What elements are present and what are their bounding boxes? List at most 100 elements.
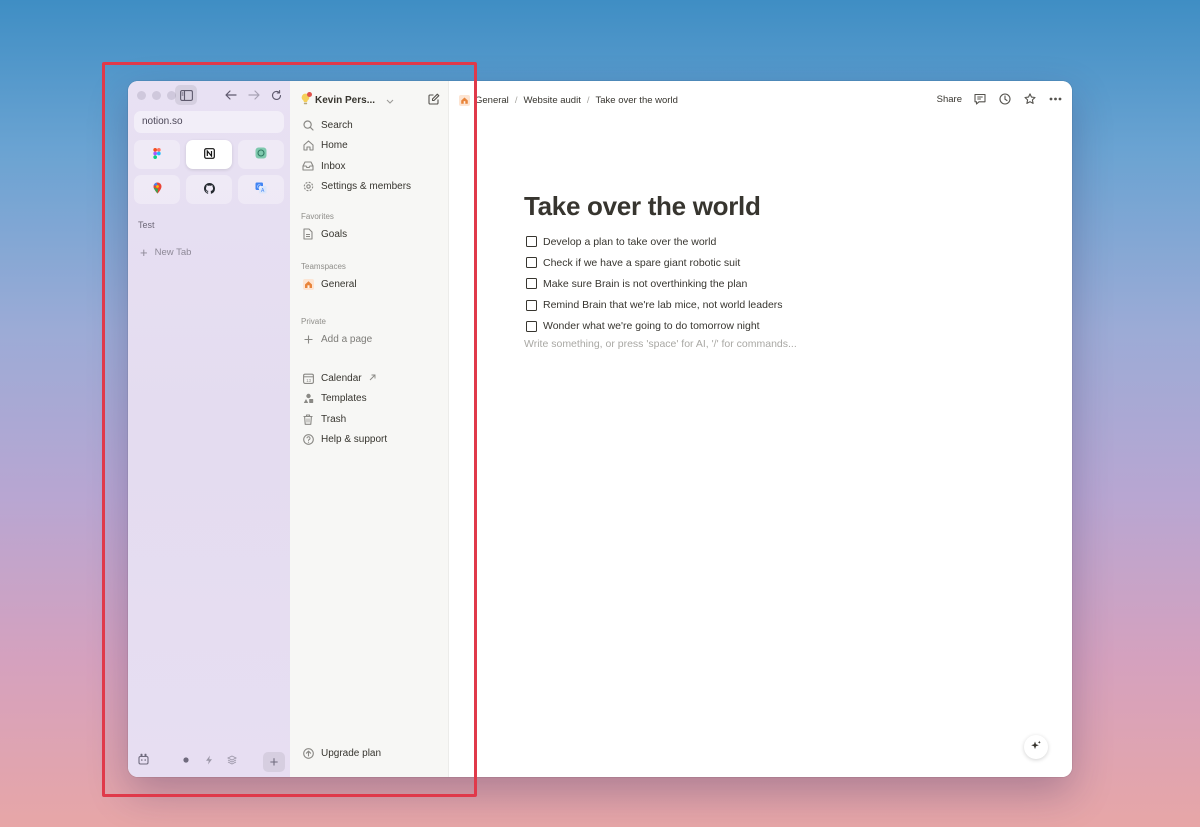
toggle-sidebar-icon[interactable]	[175, 85, 197, 105]
favorites-label: Favorites	[301, 212, 334, 221]
new-page-icon[interactable]	[428, 92, 440, 110]
upgrade-plan-button[interactable]: Upgrade plan	[290, 743, 449, 764]
sidebar-item-inbox[interactable]: Inbox	[290, 156, 449, 177]
back-arrow-icon[interactable]	[220, 85, 242, 105]
sidebar-item-general[interactable]: General	[290, 274, 449, 295]
space-section-label: Test	[138, 220, 155, 230]
sidebar-item-label: Trash	[321, 413, 347, 425]
workspace-switcher[interactable]: Kevin Pers...	[301, 92, 394, 108]
ai-sparkle-button[interactable]	[1024, 735, 1048, 759]
svg-text:13: 13	[306, 378, 311, 383]
breadcrumb-separator: /	[514, 95, 518, 106]
home-icon	[302, 140, 314, 151]
pinned-favorites: GA	[134, 140, 284, 204]
forward-arrow-icon[interactable]	[243, 85, 265, 105]
sidebar-item-label: Inbox	[321, 160, 346, 172]
new-tab-label: New Tab	[154, 247, 192, 258]
todo-checkbox[interactable]	[526, 320, 537, 332]
fav-figma[interactable]	[134, 140, 180, 169]
sidebar-item-search[interactable]: Search	[290, 115, 449, 136]
todo-text[interactable]: Wonder what we're going to do tomorrow n…	[543, 320, 760, 332]
fav-google-translate[interactable]: GA	[238, 175, 284, 204]
sidebar-item-trash[interactable]: Trash	[290, 409, 449, 430]
arc-bottom-bar: +	[128, 745, 290, 777]
layers-icon[interactable]	[226, 755, 238, 768]
breadcrumb-separator: /	[586, 95, 590, 106]
tools-section: 13 Calendar Templates Trash Help & suppo…	[290, 368, 449, 450]
external-link-icon	[369, 373, 376, 384]
sparkle-icon	[1030, 740, 1042, 755]
page-icon	[302, 228, 314, 240]
plus-icon: +	[269, 753, 279, 771]
todo-text[interactable]: Develop a plan to take over the world	[543, 236, 716, 248]
notion-sidebar: Kevin Pers... Search Home Inbox Settings…	[290, 81, 449, 777]
page-title[interactable]: Take over the world	[524, 191, 761, 222]
workspace-name: Kevin Pers...	[315, 95, 376, 106]
lightning-icon[interactable]	[205, 755, 213, 768]
reload-icon[interactable]	[265, 85, 287, 105]
sidebar-item-help[interactable]: Help & support	[290, 430, 449, 451]
sidebar-item-label: General	[321, 278, 357, 290]
todo-checkbox[interactable]	[526, 278, 537, 290]
history-clock-icon[interactable]	[998, 92, 1012, 106]
add-page-label: Add a page	[321, 333, 373, 345]
upgrade-section: Upgrade plan	[290, 743, 449, 764]
plus-icon	[302, 335, 314, 344]
fav-github[interactable]	[186, 175, 232, 204]
notion-icon	[203, 146, 215, 164]
todo-checkbox[interactable]	[526, 236, 537, 248]
sidebar-item-settings[interactable]: Settings & members	[290, 177, 449, 198]
fav-google-maps[interactable]	[134, 175, 180, 204]
github-icon	[203, 181, 215, 199]
comment-icon[interactable]	[973, 92, 987, 106]
upgrade-arrow-icon	[302, 747, 314, 759]
teamspaces-section: Teamspaces General	[290, 260, 449, 295]
breadcrumb: General / Website audit / Take over the …	[459, 95, 678, 106]
more-options-icon[interactable]	[1048, 92, 1062, 106]
inbox-icon	[302, 161, 314, 171]
sidebar-item-label: Settings & members	[321, 181, 412, 193]
library-icon[interactable]	[138, 753, 149, 768]
breadcrumb-item[interactable]: Website audit	[523, 95, 580, 106]
browser-window: notion.so G A Test + New Tab + Kevin Per…	[128, 81, 1072, 777]
todo-text[interactable]: Make sure Brain is not overthinking the …	[543, 278, 747, 290]
favorites-section: Favorites Goals	[290, 210, 449, 245]
url-bar[interactable]: notion.so	[134, 111, 284, 133]
breadcrumb-item[interactable]: Take over the world	[595, 95, 677, 106]
trash-icon	[302, 414, 314, 425]
google-translate-icon: GA	[255, 181, 267, 199]
add-space-button[interactable]: +	[263, 752, 285, 772]
close-window-button[interactable]	[137, 91, 146, 100]
todo-text[interactable]: Remind Brain that we're lab mice, not wo…	[543, 299, 783, 311]
breadcrumb-item[interactable]: General	[475, 95, 509, 106]
star-icon[interactable]	[1023, 92, 1037, 106]
empty-block-placeholder[interactable]: Write something, or press 'space' for AI…	[524, 338, 797, 350]
fav-chatgpt[interactable]	[238, 140, 284, 169]
todo-checkbox[interactable]	[526, 257, 537, 269]
sidebar-item-goals[interactable]: Goals	[290, 224, 449, 245]
new-tab-button[interactable]: + New Tab	[140, 245, 191, 260]
todo-item: Check if we have a spare giant robotic s…	[526, 252, 783, 273]
sidebar-item-calendar[interactable]: 13 Calendar	[290, 368, 449, 389]
sidebar-item-home[interactable]: Home	[290, 136, 449, 157]
todo-text[interactable]: Check if we have a spare giant robotic s…	[543, 257, 740, 269]
space-dot-icon[interactable]	[183, 755, 189, 766]
page-actions: Share	[937, 92, 1062, 106]
primary-nav: Search Home Inbox Settings & members	[290, 115, 449, 197]
gear-icon	[302, 181, 314, 192]
lightbulb-icon	[301, 92, 312, 108]
sidebar-item-templates[interactable]: Templates	[290, 389, 449, 410]
google-maps-icon	[153, 181, 162, 199]
sidebar-item-label: Calendar	[321, 372, 362, 384]
share-button[interactable]: Share	[937, 94, 962, 105]
fav-notion[interactable]	[186, 140, 232, 169]
sidebar-item-label: Templates	[321, 393, 367, 405]
help-icon	[302, 434, 314, 446]
todo-checkbox[interactable]	[526, 299, 537, 311]
add-page-button[interactable]: Add a page	[290, 329, 449, 350]
minimize-window-button[interactable]	[152, 91, 161, 100]
window-controls	[137, 91, 176, 100]
figma-icon	[153, 146, 161, 164]
todo-item: Develop a plan to take over the world	[526, 231, 783, 252]
todo-item: Remind Brain that we're lab mice, not wo…	[526, 295, 783, 316]
